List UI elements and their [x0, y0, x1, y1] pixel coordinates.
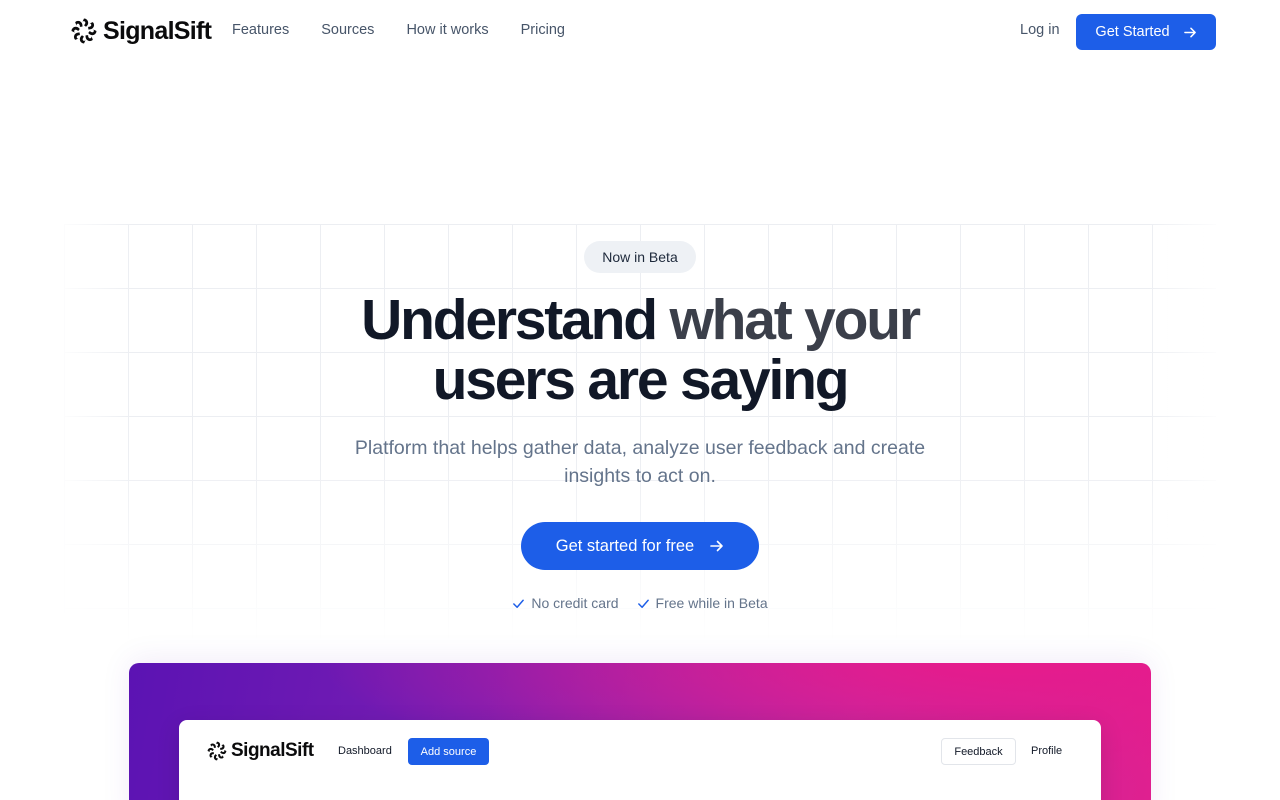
checkmark-icon — [637, 599, 649, 608]
brand-name: SignalSift — [103, 16, 212, 45]
preview-profile-link[interactable]: Profile — [1031, 745, 1062, 757]
benefits-list: No credit card Free while in Beta — [0, 595, 1280, 611]
preview-brand-logo: SignalSift — [205, 739, 314, 763]
nav-links: Features Sources How it works Pricing — [232, 22, 597, 38]
headline-part-2: what your — [669, 288, 921, 352]
arrow-right-icon — [1183, 27, 1196, 37]
preview-feedback-button[interactable]: Feedback — [941, 738, 1016, 765]
benefit-label: No credit card — [531, 595, 619, 611]
nav-link-features[interactable]: Features — [232, 22, 289, 38]
beta-badge: Now in Beta — [584, 241, 696, 273]
get-started-button[interactable]: Get Started — [1076, 14, 1216, 50]
login-link[interactable]: Log in — [1020, 22, 1060, 38]
headline-part-1: Understand — [361, 288, 670, 352]
nav-link-sources[interactable]: Sources — [321, 22, 374, 38]
get-started-free-label: Get started for free — [555, 536, 695, 555]
benefit-item: Free while in Beta — [637, 595, 768, 611]
app-preview-window: SignalSift Dashboard Add source Feedback… — [179, 720, 1101, 800]
brand-logo[interactable]: SignalSift — [68, 14, 212, 48]
preview-brand-name: SignalSift — [231, 740, 314, 761]
hero-headline: Understand what your users are saying — [240, 290, 1040, 410]
swirl-logo-icon — [207, 741, 227, 761]
benefit-label: Free while in Beta — [655, 595, 768, 611]
nav-link-pricing[interactable]: Pricing — [521, 22, 565, 38]
headline-part-3: users are saying — [432, 348, 850, 412]
get-started-free-button[interactable]: Get started for free — [521, 522, 759, 570]
top-navigation: SignalSift Features Sources How it works… — [0, 0, 1280, 64]
get-started-label: Get Started — [1095, 24, 1170, 40]
swirl-logo-icon — [71, 18, 97, 44]
checkmark-icon — [513, 599, 525, 608]
preview-add-source-button[interactable]: Add source — [408, 738, 489, 765]
arrow-right-icon — [710, 540, 724, 552]
hero-subtitle: Platform that helps gather data, analyze… — [354, 437, 926, 487]
nav-link-how-it-works[interactable]: How it works — [406, 22, 488, 38]
preview-dashboard-link[interactable]: Dashboard — [338, 745, 392, 757]
benefit-item: No credit card — [512, 595, 619, 611]
